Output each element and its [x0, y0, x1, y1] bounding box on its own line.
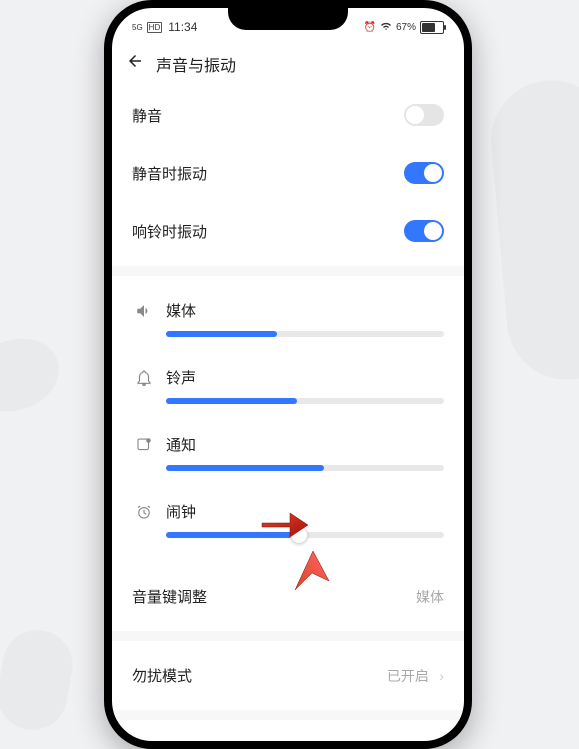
slider-ringtone[interactable]: 铃声 — [132, 355, 444, 422]
phone-frame: 5G HD 11:34 ⏰ 67% 声音与振动 — [104, 0, 472, 749]
vibrate-on-mute-label: 静音时振动 — [132, 163, 207, 184]
alarm-slider-track[interactable] — [166, 532, 444, 538]
row-mute[interactable]: 静音 — [132, 86, 444, 144]
status-time: 11:34 — [168, 20, 197, 34]
speaker-icon — [132, 302, 156, 320]
volume-key-value: 媒体 — [416, 589, 444, 605]
dnd-value: 已开启 — [387, 668, 429, 684]
signal-label: 5G — [132, 23, 143, 32]
chevron-right-icon: › — [439, 668, 444, 684]
slider-alarm[interactable]: 闹钟 — [132, 489, 444, 556]
bell-icon — [132, 369, 156, 387]
notification-slider-track[interactable] — [166, 465, 444, 471]
dnd-label: 勿扰模式 — [132, 665, 192, 686]
hd-label: HD — [147, 22, 163, 33]
media-slider-track[interactable] — [166, 331, 444, 337]
divider-3 — [112, 710, 464, 720]
alarm-slider-thumb[interactable] — [290, 526, 308, 544]
battery-icon — [420, 21, 444, 34]
divider-2 — [112, 631, 464, 641]
row-volume-key[interactable]: 音量键调整 媒体 — [132, 568, 444, 625]
slider-notification[interactable]: 通知 — [132, 422, 444, 489]
battery-pct: 67% — [396, 22, 416, 33]
incoming-value: 默认 — [416, 738, 444, 741]
vibrate-on-ring-toggle[interactable] — [404, 220, 444, 242]
wifi-icon — [380, 21, 392, 34]
vibrate-on-mute-toggle[interactable] — [404, 162, 444, 184]
divider — [112, 266, 464, 276]
row-dnd[interactable]: 勿扰模式 已开启 › — [132, 647, 444, 704]
alarm-label: 闹钟 — [166, 501, 196, 522]
row-vibrate-on-mute[interactable]: 静音时振动 — [132, 144, 444, 202]
row-vibrate-on-ring[interactable]: 响铃时振动 — [132, 202, 444, 260]
ringtone-label: 铃声 — [166, 367, 196, 388]
clock-icon — [132, 503, 156, 521]
ringtone-slider-track[interactable] — [166, 398, 444, 404]
header: 声音与振动 — [112, 42, 464, 86]
alarm-icon: ⏰ — [364, 22, 376, 33]
mute-toggle[interactable] — [404, 104, 444, 126]
slider-media[interactable]: 媒体 — [132, 288, 444, 355]
page-title: 声音与振动 — [156, 52, 236, 76]
notification-icon — [132, 436, 156, 454]
vibrate-on-ring-label: 响铃时振动 — [132, 221, 207, 242]
incoming-label: 来电铃声 — [132, 738, 192, 741]
mute-label: 静音 — [132, 105, 162, 126]
back-icon[interactable] — [126, 52, 144, 76]
phone-screen: 5G HD 11:34 ⏰ 67% 声音与振动 — [112, 8, 464, 741]
notification-label: 通知 — [166, 434, 196, 455]
row-incoming-ringtone[interactable]: 来电铃声 默认 — [112, 726, 464, 741]
notch — [228, 8, 348, 30]
media-label: 媒体 — [166, 300, 196, 321]
volume-key-label: 音量键调整 — [132, 586, 207, 607]
